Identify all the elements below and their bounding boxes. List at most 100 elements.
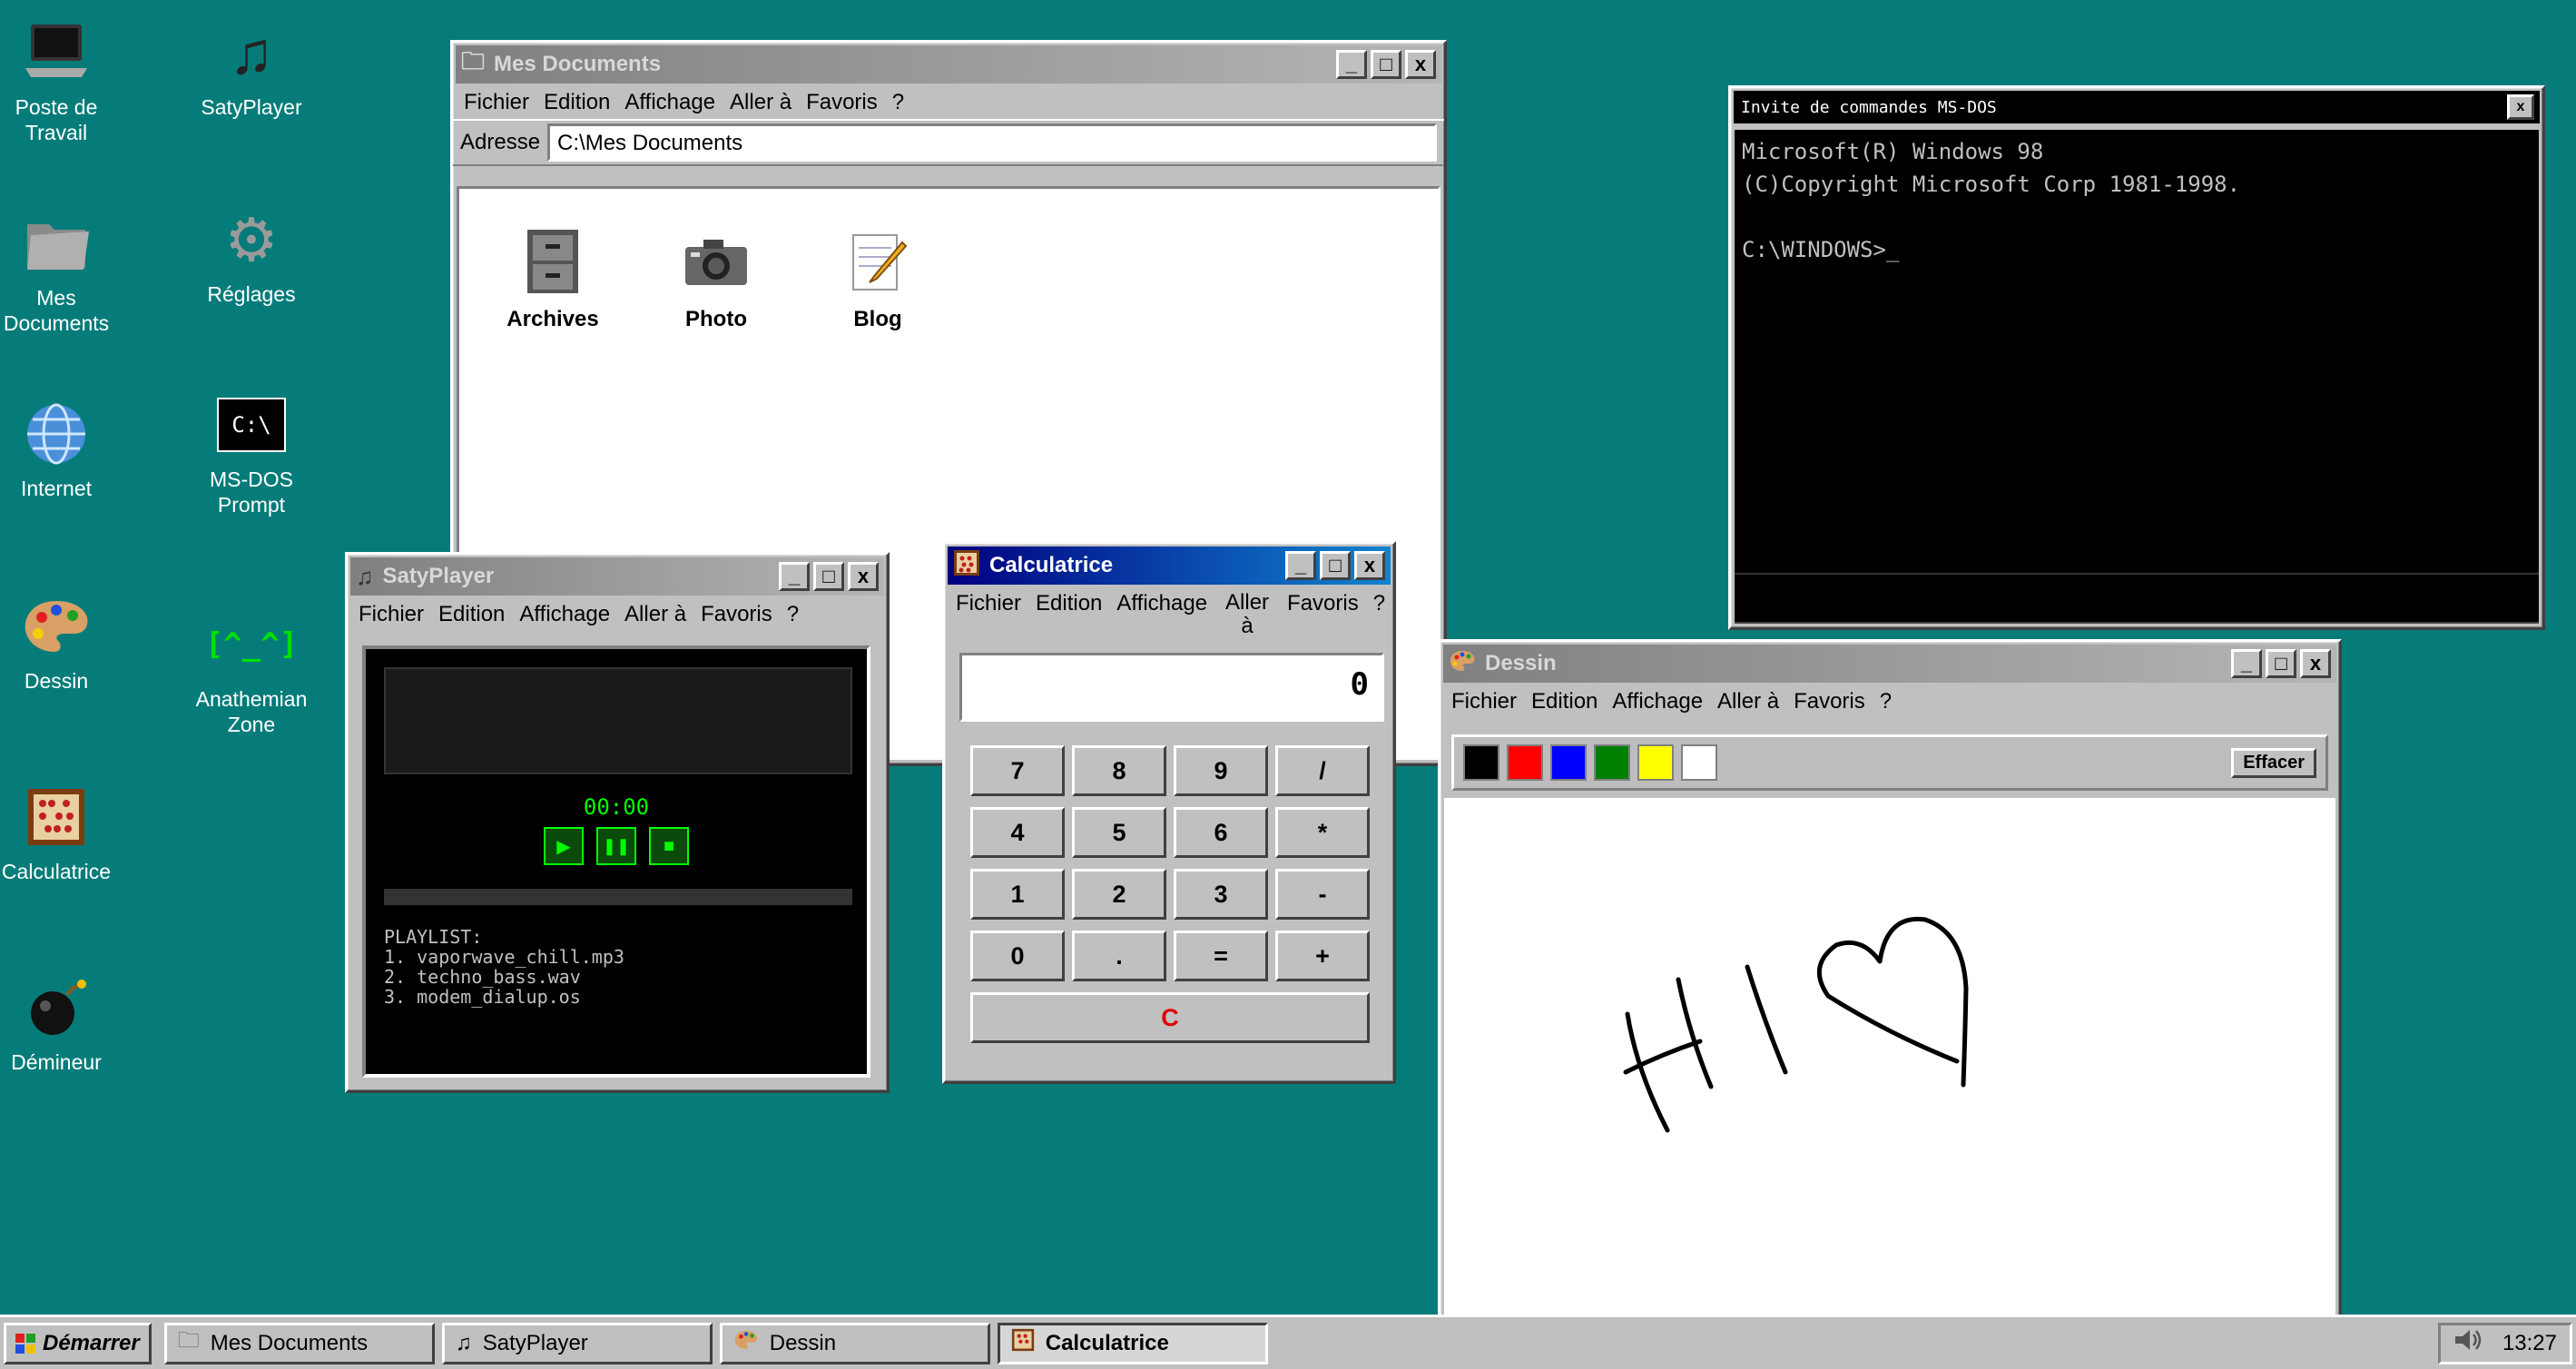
folder-item-archives[interactable]: Archives — [494, 225, 612, 332]
menu-fichier[interactable]: Fichier — [1451, 689, 1517, 714]
desktop-icon-dessin[interactable]: Dessin — [0, 590, 124, 694]
menu-edition[interactable]: Edition — [1036, 591, 1102, 616]
dos-window: Invite de commandes MS-DOS x Microsoft(R… — [1728, 85, 2545, 630]
desktop-icon-ms-dos-prompt[interactable]: C:\ MS-DOS Prompt — [183, 389, 320, 517]
paint-titlebar[interactable]: Dessin _ □ x — [1443, 645, 2336, 683]
explorer-titlebar[interactable]: 🗀 Mes Documents _ □ x — [456, 45, 1441, 84]
folder-item-blog[interactable]: Blog — [819, 225, 937, 332]
calc-key-equals[interactable]: = — [1174, 931, 1268, 981]
calc-key-4[interactable]: 4 — [970, 807, 1065, 858]
menu-favoris[interactable]: Favoris — [1794, 689, 1865, 714]
calc-key-9[interactable]: 9 — [1174, 745, 1268, 796]
desktop-icon-demineur[interactable]: Démineur — [0, 971, 124, 1075]
stop-button[interactable]: ■ — [649, 827, 689, 865]
minimize-button[interactable]: _ — [1285, 551, 1316, 580]
desktop-icon-mes-documents[interactable]: Mes Documents — [0, 207, 124, 336]
menu-affichage[interactable]: Affichage — [519, 602, 610, 627]
clock[interactable]: 13:27 — [2502, 1331, 2557, 1356]
desktop-icon-satyplayer[interactable]: ♫ SatyPlayer — [183, 16, 320, 120]
color-swatch-white[interactable] — [1681, 744, 1717, 781]
desktop-icon-reglages[interactable]: ⚙ Réglages — [183, 203, 320, 307]
close-button[interactable]: x — [1405, 50, 1436, 79]
cabinet-icon — [494, 225, 612, 298]
menu-aller-a[interactable]: Aller à — [1222, 591, 1273, 638]
calc-window: Calculatrice _ □ x Fichier Edition Affic… — [942, 541, 1396, 1084]
minimize-button[interactable]: _ — [779, 562, 810, 591]
close-button[interactable]: x — [848, 562, 879, 591]
menu-help[interactable]: ? — [1880, 689, 1892, 714]
address-input[interactable]: C:\Mes Documents — [547, 123, 1437, 162]
calc-key-1[interactable]: 1 — [970, 869, 1065, 920]
menu-aller-a[interactable]: Aller à — [730, 90, 791, 115]
menu-favoris[interactable]: Favoris — [701, 602, 772, 627]
menu-edition[interactable]: Edition — [1531, 689, 1598, 714]
drawing-canvas[interactable] — [1444, 798, 2335, 1334]
maximize-button[interactable]: □ — [1371, 50, 1401, 79]
color-swatch-black[interactable] — [1463, 744, 1499, 781]
calc-key-add[interactable]: + — [1275, 931, 1370, 981]
playlist-item[interactable]: 1. vaporwave_chill.mp3 — [384, 947, 624, 967]
menu-fichier[interactable]: Fichier — [464, 90, 529, 115]
calc-key-2[interactable]: 2 — [1072, 869, 1166, 920]
menu-aller-a[interactable]: Aller à — [1717, 689, 1779, 714]
task-satyplayer[interactable]: ♫ SatyPlayer — [441, 1322, 713, 1364]
menu-affichage[interactable]: Affichage — [1116, 591, 1207, 616]
minimize-button[interactable]: _ — [1336, 50, 1367, 79]
color-swatch-green[interactable] — [1594, 744, 1630, 781]
menu-favoris[interactable]: Favoris — [806, 90, 878, 115]
maximize-button[interactable]: □ — [813, 562, 844, 591]
calc-clear-button[interactable]: C — [970, 992, 1370, 1043]
desktop-icon-calculatrice[interactable]: Calculatrice — [0, 781, 124, 884]
play-button[interactable]: ▶ — [544, 827, 584, 865]
progress-bar[interactable] — [384, 889, 852, 905]
menu-edition[interactable]: Edition — [544, 90, 610, 115]
calc-titlebar[interactable]: Calculatrice _ □ x — [948, 547, 1391, 585]
pause-button[interactable]: ❚❚ — [596, 827, 636, 865]
close-button[interactable]: x — [2300, 649, 2331, 678]
task-mes-documents[interactable]: 🗀 Mes Documents — [163, 1322, 435, 1364]
minimize-button[interactable]: _ — [2231, 649, 2262, 678]
menu-affichage[interactable]: Affichage — [624, 90, 715, 115]
calc-key-subtract[interactable]: - — [1275, 869, 1370, 920]
color-swatch-blue[interactable] — [1550, 744, 1587, 781]
maximize-button[interactable]: □ — [1320, 551, 1351, 580]
menu-help[interactable]: ? — [787, 602, 799, 627]
desktop-icon-poste-de-travail[interactable]: Poste de Travail — [0, 16, 124, 145]
folder-item-photo[interactable]: Photo — [657, 225, 775, 332]
menu-help[interactable]: ? — [892, 90, 904, 115]
dos-console[interactable]: Microsoft(R) Windows 98 (C)Copyright Mic… — [1735, 130, 2539, 624]
clear-canvas-button[interactable]: Effacer — [2231, 747, 2316, 778]
calc-key-5[interactable]: 5 — [1072, 807, 1166, 858]
playlist-item[interactable]: 2. techno_bass.wav — [384, 967, 624, 987]
console-prompt: C:\WINDOWS>_ — [1742, 237, 1900, 262]
menu-edition[interactable]: Edition — [438, 602, 505, 627]
task-calculatrice[interactable]: Calculatrice — [997, 1322, 1268, 1364]
calc-key-multiply[interactable]: * — [1275, 807, 1370, 858]
maximize-button[interactable]: □ — [2266, 649, 2296, 678]
desktop-icon-internet[interactable]: Internet — [0, 398, 124, 501]
calc-key-divide[interactable]: / — [1275, 745, 1370, 796]
playlist-item[interactable]: 3. modem_dialup.os — [384, 987, 624, 1007]
calc-key-decimal[interactable]: . — [1072, 931, 1166, 981]
menu-favoris[interactable]: Favoris — [1287, 591, 1359, 616]
calc-key-8[interactable]: 8 — [1072, 745, 1166, 796]
color-swatch-yellow[interactable] — [1637, 744, 1674, 781]
start-button[interactable]: Démarrer — [4, 1322, 152, 1364]
calc-key-0[interactable]: 0 — [970, 931, 1065, 981]
menu-fichier[interactable]: Fichier — [359, 602, 424, 627]
calc-key-6[interactable]: 6 — [1174, 807, 1268, 858]
menu-affichage[interactable]: Affichage — [1612, 689, 1703, 714]
close-button[interactable]: x — [2507, 94, 2534, 120]
menu-fichier[interactable]: Fichier — [956, 591, 1021, 616]
dos-titlebar[interactable]: Invite de commandes MS-DOS x — [1734, 91, 2540, 123]
menu-aller-a[interactable]: Aller à — [624, 602, 686, 627]
close-button[interactable]: x — [1354, 551, 1385, 580]
calc-key-3[interactable]: 3 — [1174, 869, 1268, 920]
color-swatch-red[interactable] — [1507, 744, 1543, 781]
menu-help[interactable]: ? — [1373, 591, 1385, 616]
task-dessin[interactable]: Dessin — [719, 1322, 990, 1364]
player-titlebar[interactable]: ♫ SatyPlayer _ □ x — [350, 557, 884, 596]
calc-key-7[interactable]: 7 — [970, 745, 1065, 796]
desktop-icon-anathemian-zone[interactable]: [^_^] Anathemian Zone — [183, 608, 320, 737]
speaker-icon[interactable] — [2453, 1327, 2484, 1359]
